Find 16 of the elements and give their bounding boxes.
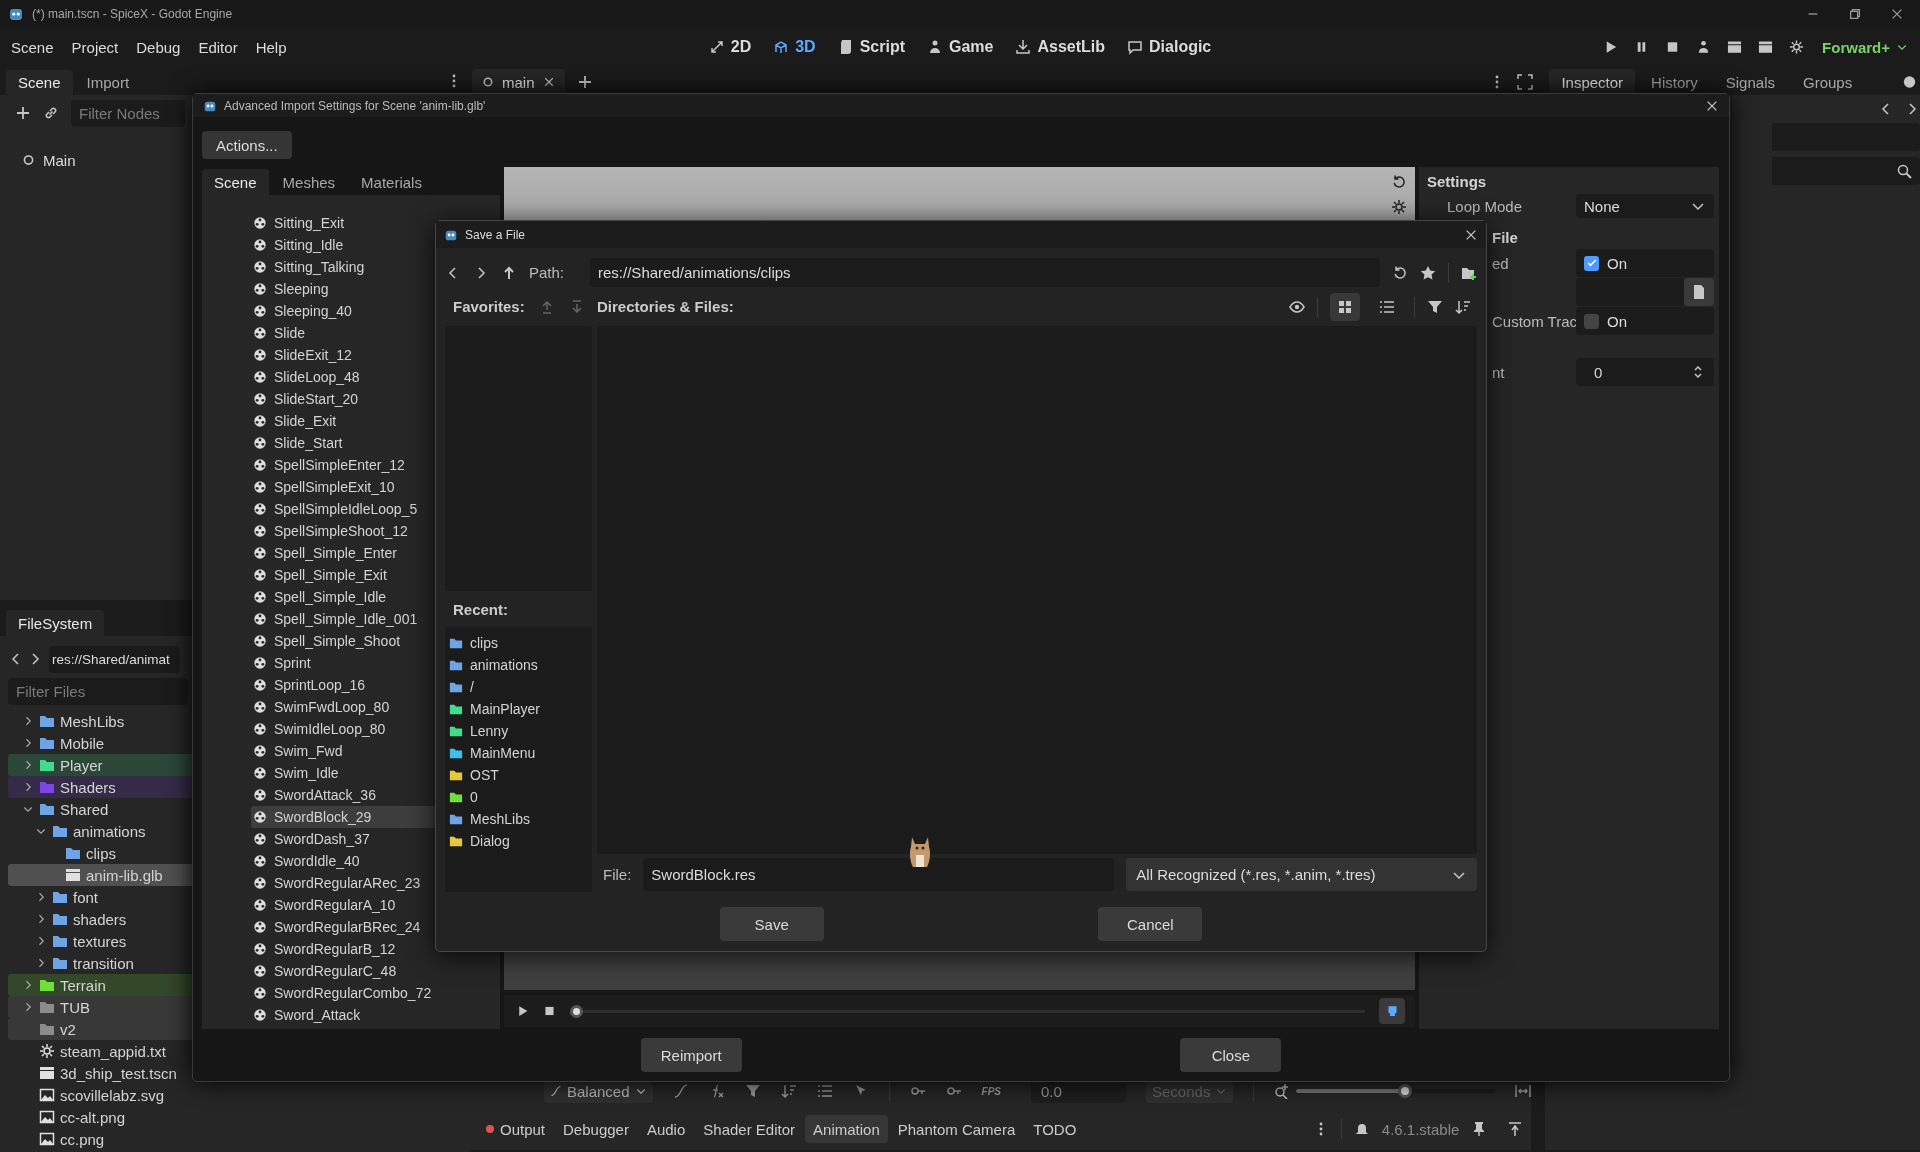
property-label: nt <box>1491 363 1506 381</box>
version-label: 4.6.1.stable <box>1381 1120 1460 1138</box>
property-label: Loop Mode <box>1446 197 1524 215</box>
files-label: Directories & Files: <box>597 298 734 315</box>
file-label: File: <box>602 866 632 883</box>
dialog-title: Advanced Import Settings for Scene 'anim-lib.glb' <box>224 98 486 113</box>
property-label: Custom Trac <box>1491 312 1576 330</box>
path-label: Path: <box>529 264 565 281</box>
section-header: File <box>1492 228 1518 246</box>
section-header: Settings <box>1427 172 1487 190</box>
dialog-title: Save a File <box>465 227 526 242</box>
fps-label: FPS <box>981 1085 1001 1097</box>
recent-label: Recent: <box>453 600 508 618</box>
window-title: (*) main.tscn - SpiceX - Godot Engine <box>32 6 233 21</box>
property-label: ed <box>1491 254 1510 272</box>
favorites-label: Favorites: <box>453 298 525 315</box>
